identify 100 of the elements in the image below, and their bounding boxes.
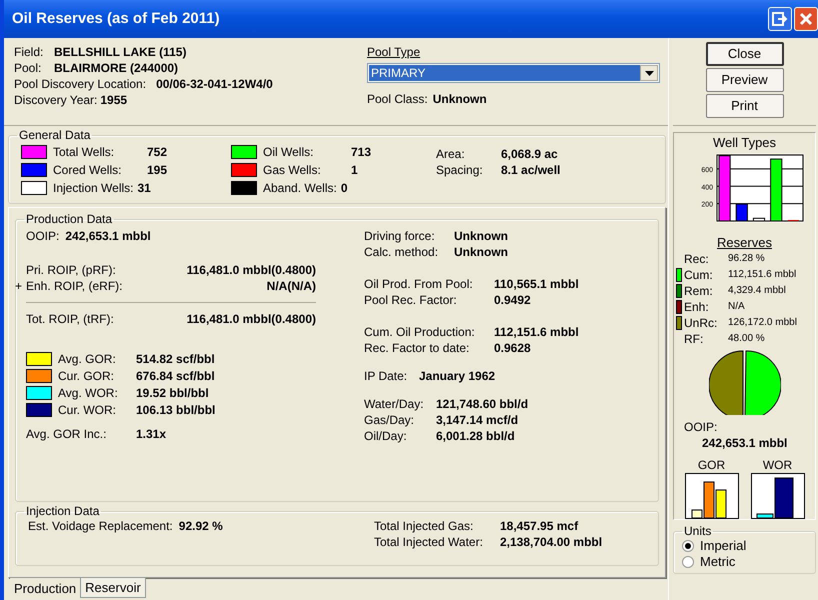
data-value: 3,147.14 mcf/d xyxy=(436,412,518,428)
ratio-label: Cur. GOR: xyxy=(58,368,116,384)
group-title: Injection Data xyxy=(25,504,100,518)
ratio-value: 676.84 scf/bbl xyxy=(136,368,215,384)
dialog-button[interactable]: Print xyxy=(706,94,784,118)
ratio-value: 1.31x xyxy=(136,426,166,442)
data-value: 6,001.28 bbl/d xyxy=(436,428,515,444)
plus-sign: + xyxy=(15,278,22,294)
data-label: Rec. Factor to date: xyxy=(364,340,470,356)
data-label: Total Injected Water: xyxy=(374,534,484,550)
chart-title: WOR xyxy=(762,457,792,473)
ratio-label: Avg. WOR: xyxy=(58,385,119,401)
data-value: 0.9492 xyxy=(494,292,531,308)
roip-value: 116,481.0 mbbl(0.4800) xyxy=(186,262,316,278)
data-label: Water/Day: xyxy=(364,396,425,412)
chart-title: Well Types xyxy=(712,135,778,151)
area-label: Spacing: xyxy=(436,162,484,178)
reserve-label: RF: xyxy=(684,331,704,347)
pool-type-dropdown[interactable]: PRIMARY xyxy=(367,63,660,83)
well-count-value: 31 xyxy=(137,180,151,196)
ooip-value: 242,653.1 mbbl xyxy=(701,435,788,451)
caret-icon xyxy=(644,70,654,76)
roip-label: Pri. ROIP, (pRF): xyxy=(26,262,116,278)
data-value: 18,457.95 mcf xyxy=(500,518,578,534)
bar xyxy=(752,218,765,222)
group-title: Units xyxy=(683,524,712,538)
well-count-label: Total Wells: xyxy=(53,144,116,160)
ratio-chart-drawing xyxy=(684,473,738,519)
tab[interactable]: Reservoir xyxy=(80,578,146,598)
area-value: 6,068.9 ac xyxy=(501,146,558,162)
reserve-value: 112,151.6 mbbl xyxy=(728,268,796,282)
well-count-value: 1 xyxy=(351,162,358,178)
section-title: Reserves xyxy=(717,235,772,251)
radio-option[interactable]: Imperial xyxy=(682,538,807,554)
window-title: Oil Reserves (as of Feb 2011) xyxy=(12,11,221,27)
well-count-label: Injection Wells: xyxy=(53,180,134,196)
field-label: Discovery Year: xyxy=(14,92,98,108)
reserve-label: UnRc: xyxy=(684,315,718,331)
field-value: BELLSHILL LAKE (115) xyxy=(54,44,186,60)
field-value: 00/06-32-041-12W4/0 xyxy=(156,76,273,92)
dialog-button[interactable]: Preview xyxy=(706,68,784,92)
ooip-label: OOIP: xyxy=(684,419,718,435)
field-label: Pool Discovery Location: xyxy=(14,76,146,92)
data-label: Calc. method: xyxy=(364,244,440,260)
pie-chart-drawing xyxy=(708,349,780,415)
well-count-value: 195 xyxy=(147,162,168,178)
ooip-value: 242,653.1 mbbl xyxy=(65,228,151,244)
field-value: BLAIRMORE (244000) xyxy=(54,60,178,76)
reserve-label: Enh: xyxy=(684,299,709,315)
ratio-label: Avg. GOR Inc.: xyxy=(26,426,108,442)
area-label: Area: xyxy=(436,146,466,162)
field-value: 1955 xyxy=(100,92,128,108)
data-label: Total Injected Gas: xyxy=(374,518,474,534)
pool-type-label: Pool Type xyxy=(367,44,422,60)
reserve-value: 4,329.4 mbbl xyxy=(728,284,786,298)
ooip-label: OOIP: xyxy=(26,228,60,244)
well-count-label: Cored Wells: xyxy=(53,162,122,178)
group-title: Production Data xyxy=(25,212,114,226)
ratio-chart-drawing xyxy=(750,473,804,519)
group-title: General Data xyxy=(18,128,92,142)
data-value: Unknown xyxy=(454,244,508,260)
field-label: Field: xyxy=(14,44,44,60)
data-label: Oil Prod. From Pool: xyxy=(364,276,474,292)
data-label: Est. Voidage Replacement: xyxy=(28,518,173,534)
data-label: IP Date: xyxy=(364,368,408,384)
radio-button[interactable] xyxy=(682,556,694,568)
reserve-value: 126,172.0 mbbl xyxy=(728,316,797,330)
roip-value: 116,481.0 mbbl(0.4800) xyxy=(186,311,316,327)
well-count-label: Aband. Wells: xyxy=(263,180,337,196)
area-value: 8.1 ac/well xyxy=(501,162,560,178)
data-label: Driving force: xyxy=(364,228,436,244)
data-label: Pool Rec. Factor: xyxy=(364,292,458,308)
radio-option[interactable]: Metric xyxy=(682,554,807,570)
field-label: Pool: xyxy=(14,60,42,76)
data-value: 121,748.60 bbl/d xyxy=(436,396,528,412)
ratio-label: Avg. GOR: xyxy=(58,351,117,367)
reserve-label: Cum: xyxy=(684,267,713,283)
reserve-value: 48.00 % xyxy=(728,332,765,346)
roip-value: N/A(N/A) xyxy=(266,278,316,294)
well-count-value: 752 xyxy=(147,144,168,160)
ratio-label: Cur. WOR: xyxy=(58,402,118,418)
reserve-label: Rec: xyxy=(684,251,709,267)
data-label: Cum. Oil Production: xyxy=(364,324,476,340)
data-value: 112,151.6 mbbl xyxy=(494,324,579,340)
reserve-value: 96.28 % xyxy=(728,252,765,266)
reserve-value: N/A xyxy=(728,300,745,314)
radio-button[interactable] xyxy=(682,540,694,552)
dialog-button[interactable]: Close xyxy=(706,42,784,66)
restore-icon[interactable] xyxy=(768,7,792,31)
data-label: Gas/Day: xyxy=(364,412,416,428)
well-count-label: Gas Wells: xyxy=(263,162,322,178)
data-value: Unknown xyxy=(454,228,508,244)
data-value: 92.92 % xyxy=(178,518,223,534)
ratio-value: 514.82 scf/bbl xyxy=(136,351,215,367)
data-value: 0.9628 xyxy=(494,340,531,356)
roip-label: Tot. ROIP, (tRF): xyxy=(26,311,115,327)
close-icon[interactable] xyxy=(794,7,818,31)
data-label: Oil/Day: xyxy=(364,428,408,444)
reserve-label: Rem: xyxy=(684,283,713,299)
well-count-value: 713 xyxy=(351,144,372,160)
